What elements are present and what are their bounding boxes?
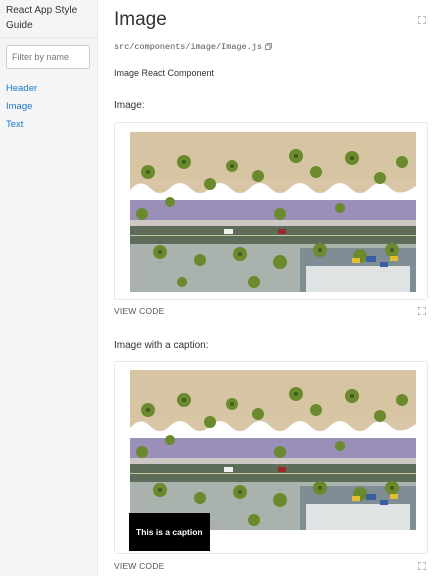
- isolate-icon[interactable]: [418, 562, 426, 570]
- component-title: Image: [114, 9, 167, 30]
- filter-input[interactable]: [6, 45, 90, 69]
- sidebar-item-header[interactable]: Header: [6, 83, 37, 95]
- copy-icon[interactable]: [264, 43, 272, 50]
- sidebar-divider: [0, 37, 98, 38]
- sidebar-item-image[interactable]: Image: [6, 101, 32, 113]
- view-code-button[interactable]: VIEW CODE: [114, 561, 164, 572]
- image-caption: This is a caption: [129, 513, 210, 551]
- app-title[interactable]: React App Style Guide: [6, 3, 94, 33]
- beach-image: [130, 370, 416, 530]
- example-title: Image with a caption:: [114, 340, 209, 351]
- beach-image: [130, 132, 416, 292]
- sidebar-item-text[interactable]: Text: [6, 119, 23, 131]
- example-preview: [114, 122, 428, 300]
- example-preview: This is a caption: [114, 361, 428, 554]
- example-title: Image:: [114, 100, 145, 111]
- isolate-icon[interactable]: [418, 307, 426, 315]
- component-path-text: src/components/image/Image.js: [114, 42, 262, 52]
- component-path: src/components/image/Image.js: [114, 42, 272, 53]
- sidebar: React App Style Guide Header Image Text: [0, 0, 98, 576]
- isolate-icon[interactable]: [418, 16, 426, 24]
- component-description: Image React Component: [114, 68, 215, 78]
- view-code-button[interactable]: VIEW CODE: [114, 306, 164, 317]
